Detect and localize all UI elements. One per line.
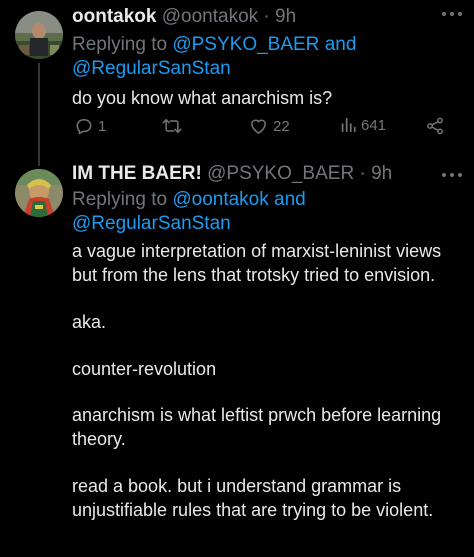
and-label[interactable]: and: [325, 34, 357, 55]
like-button[interactable]: 22: [248, 116, 290, 136]
views-button[interactable]: 641: [339, 116, 386, 134]
tweet-paragraph: a vague interpretation of marxist-lenini…: [72, 241, 442, 285]
tweet-paragraph: aka.: [72, 312, 107, 332]
separator-dot: ·: [359, 163, 366, 184]
replying-to: Replying to @PSYKO_BAER and: [72, 33, 356, 57]
like-count: 22: [273, 117, 290, 135]
replying-to-cont: @RegularSanStan: [72, 57, 231, 81]
mention-link[interactable]: @oontakok: [172, 189, 268, 210]
timestamp[interactable]: 9h: [371, 163, 392, 184]
more-dots-icon[interactable]: [442, 12, 462, 16]
reply-button[interactable]: 1: [74, 116, 106, 136]
replying-to-label: Replying to: [72, 34, 168, 55]
reply-count: 1: [98, 117, 107, 135]
view-count: 641: [361, 116, 387, 134]
reply-icon: [76, 119, 92, 135]
share-button[interactable]: [425, 116, 445, 136]
replying-to-label: Replying to: [72, 189, 168, 210]
display-name[interactable]: IM THE BAER!: [72, 163, 202, 184]
retweet-icon: [162, 119, 182, 133]
replying-to-cont: @RegularSanStan: [72, 212, 231, 236]
user-handle[interactable]: @oontakok: [162, 6, 258, 27]
share-icon: [427, 117, 443, 135]
mention-link[interactable]: @PSYKO_BAER: [172, 34, 319, 55]
and-label[interactable]: and: [274, 189, 306, 210]
avatar-oontakok[interactable]: [15, 11, 63, 59]
mention-link[interactable]: @RegularSanStan: [72, 213, 231, 234]
heart-icon: [251, 119, 266, 134]
tweet-actions: 1 22 641: [72, 116, 452, 142]
tweet-paragraph: counter-revolution: [72, 358, 217, 379]
tweet-paragraph: anarchism is what leftist prwch before l…: [72, 405, 442, 449]
replying-to: Replying to @oontakok and: [72, 188, 306, 212]
mention-link[interactable]: @RegularSanStan: [72, 58, 231, 79]
user-handle[interactable]: @PSYKO_BAER: [207, 163, 354, 184]
tweet-header: IM THE BAER! @PSYKO_BAER · 9h: [72, 162, 392, 186]
more-dots-icon[interactable]: [442, 173, 462, 177]
tweet-text: do you know what anarchism is?: [72, 88, 333, 108]
tweet-body: a vague interpretation of marxist-lenini…: [72, 240, 468, 522]
display-name[interactable]: oontakok: [72, 6, 156, 27]
separator-dot: ·: [263, 6, 270, 27]
retweet-button[interactable]: [161, 116, 183, 136]
timestamp[interactable]: 9h: [275, 6, 296, 27]
tweet-header: oontakok @oontakok · 9h: [72, 5, 296, 29]
tweet-paragraph: read a book. but i understand grammar is…: [72, 476, 434, 520]
thread-connector-line: [38, 63, 40, 166]
avatar-psyko-baer[interactable]: [15, 169, 63, 217]
views-bar-chart-icon: [341, 117, 356, 133]
tweet-body: do you know what anarchism is?: [72, 87, 468, 111]
